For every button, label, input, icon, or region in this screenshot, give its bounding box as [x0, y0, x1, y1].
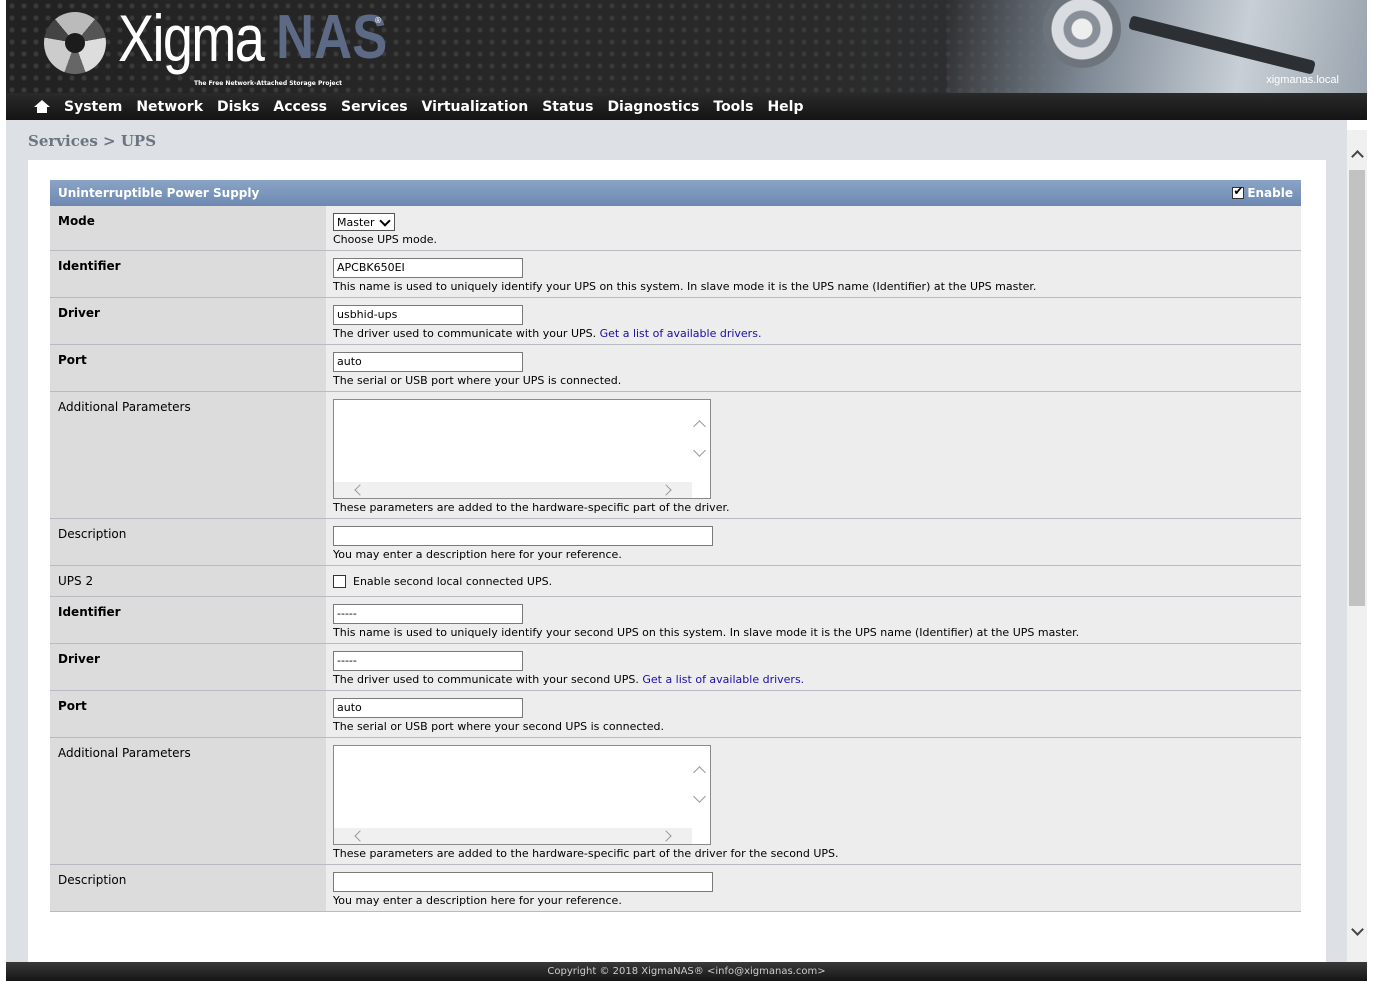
mode-label: Mode	[50, 206, 326, 250]
disk-platter-image	[1043, 0, 1121, 68]
ups-form: Uninterruptible Power Supply Enable Mode…	[50, 180, 1301, 912]
actuator-arm-image	[1128, 15, 1316, 75]
row-port: Port auto The serial or USB port where y…	[50, 345, 1301, 392]
footer-copyright: Copyright © 2018 XigmaNAS® <info@xigmana…	[6, 962, 1367, 981]
driver-input[interactable]: usbhid-ups	[333, 305, 523, 325]
enable-checkbox[interactable]	[1232, 184, 1245, 199]
params-textarea[interactable]	[333, 399, 711, 499]
row-mode: Mode Master Choose UPS mode.	[50, 206, 1301, 251]
row-port2: Port auto The serial or USB port where y…	[50, 691, 1301, 738]
port2-label: Port	[50, 691, 326, 737]
scroll-up-icon[interactable]	[693, 766, 706, 779]
identifier-label: Identifier	[50, 251, 326, 297]
identifier2-hint: This name is used to uniquely identify y…	[333, 626, 1080, 639]
description-hint: You may enter a description here for you…	[333, 548, 622, 561]
logo-text: Xigma	[118, 1, 265, 75]
port-label: Port	[50, 345, 326, 391]
driver-label: Driver	[50, 298, 326, 344]
row-identifier2: Identifier ----- This name is used to un…	[50, 597, 1301, 644]
scroll-down-icon[interactable]	[693, 444, 706, 457]
horizontal-scrollbar[interactable]	[334, 828, 692, 844]
drivers-list-link[interactable]: Get a list of available drivers.	[600, 327, 762, 340]
ups2-label: UPS 2	[50, 566, 326, 596]
form-titlebar: Uninterruptible Power Supply Enable	[50, 180, 1301, 206]
driver-hint: The driver used to communicate with your…	[333, 327, 597, 340]
driver2-hint: The driver used to communicate with your…	[333, 673, 639, 686]
row-description2: Description You may enter a description …	[50, 865, 1301, 912]
ups2-checkbox[interactable]	[333, 575, 346, 588]
row-ups2: UPS 2 Enable second local connected UPS.	[50, 566, 1301, 597]
description2-hint: You may enter a description here for you…	[333, 894, 622, 907]
nav-disks[interactable]: Disks	[217, 99, 259, 115]
content-area: Services > UPS Uninterruptible Power Sup…	[6, 120, 1347, 962]
nav-tools[interactable]: Tools	[713, 99, 753, 115]
nav-system[interactable]: System	[64, 99, 122, 115]
page-header: Xigma NAS ® The Free Network-Attached St…	[6, 0, 1367, 93]
row-driver2: Driver ----- The driver used to communic…	[50, 644, 1301, 691]
description2-label: Description	[50, 865, 326, 911]
identifier2-label: Identifier	[50, 597, 326, 643]
identifier-input[interactable]: APCBK650EI	[333, 258, 523, 278]
hostname-label: xigmanas.local	[1266, 74, 1339, 86]
params2-label: Additional Parameters	[50, 738, 326, 864]
description-input[interactable]	[333, 526, 713, 546]
mode-select[interactable]: Master	[333, 213, 395, 231]
scroll-up-icon[interactable]	[1351, 150, 1364, 163]
nav-status[interactable]: Status	[542, 99, 593, 115]
identifier-hint: This name is used to uniquely identify y…	[333, 280, 1037, 293]
row-params: Additional Parameters These parameters a…	[50, 392, 1301, 519]
page-scrollbar[interactable]	[1347, 130, 1367, 962]
drivers-list-link-2[interactable]: Get a list of available drivers.	[642, 673, 804, 686]
logo-disc-icon	[44, 12, 106, 74]
nav-diagnostics[interactable]: Diagnostics	[607, 99, 699, 115]
scroll-up-icon[interactable]	[693, 420, 706, 433]
scrollbar-thumb[interactable]	[1349, 170, 1365, 606]
nav-help[interactable]: Help	[767, 99, 803, 115]
enable-label: Enable	[1247, 186, 1293, 200]
enable-toggle[interactable]: Enable	[1232, 184, 1293, 200]
ups2-checkbox-label: Enable second local connected UPS.	[353, 575, 553, 588]
breadcrumb: Services > UPS	[28, 132, 157, 150]
identifier2-input[interactable]: -----	[333, 604, 523, 624]
logo-registered-mark: ®	[374, 16, 382, 25]
nav-access[interactable]: Access	[273, 99, 327, 115]
port-input[interactable]: auto	[333, 352, 523, 372]
chevron-down-icon	[378, 214, 391, 227]
row-params2: Additional Parameters These parameters a…	[50, 738, 1301, 865]
nav-virtualization[interactable]: Virtualization	[422, 99, 529, 115]
nav-network[interactable]: Network	[136, 99, 203, 115]
params2-textarea[interactable]	[333, 745, 711, 845]
horizontal-scrollbar[interactable]	[334, 482, 692, 498]
port2-hint: The serial or USB port where your second…	[333, 720, 664, 733]
logo-text-nas: NAS	[276, 3, 388, 72]
port2-input[interactable]: auto	[333, 698, 523, 718]
driver2-input[interactable]: -----	[333, 651, 523, 671]
form-title: Uninterruptible Power Supply	[58, 186, 260, 200]
params2-hint: These parameters are added to the hardwa…	[333, 847, 839, 860]
port-hint: The serial or USB port where your UPS is…	[333, 374, 622, 387]
content-panel: Uninterruptible Power Supply Enable Mode…	[28, 160, 1326, 962]
description-label: Description	[50, 519, 326, 565]
row-driver: Driver usbhid-ups The driver used to com…	[50, 298, 1301, 345]
row-identifier: Identifier APCBK650EI This name is used …	[50, 251, 1301, 298]
params-hint: These parameters are added to the hardwa…	[333, 501, 730, 514]
nav-services[interactable]: Services	[341, 99, 408, 115]
logo-tagline: The Free Network-Attached Storage Projec…	[194, 80, 342, 87]
row-description: Description You may enter a description …	[50, 519, 1301, 566]
main-navigation: System Network Disks Access Services Vir…	[6, 93, 1367, 120]
home-icon[interactable]	[34, 99, 50, 114]
driver2-label: Driver	[50, 644, 326, 690]
mode-hint: Choose UPS mode.	[333, 233, 437, 246]
scroll-down-icon[interactable]	[1351, 923, 1364, 936]
params-label: Additional Parameters	[50, 392, 326, 518]
mode-select-value: Master	[337, 215, 375, 229]
scroll-down-icon[interactable]	[693, 790, 706, 803]
description2-input[interactable]	[333, 872, 713, 892]
